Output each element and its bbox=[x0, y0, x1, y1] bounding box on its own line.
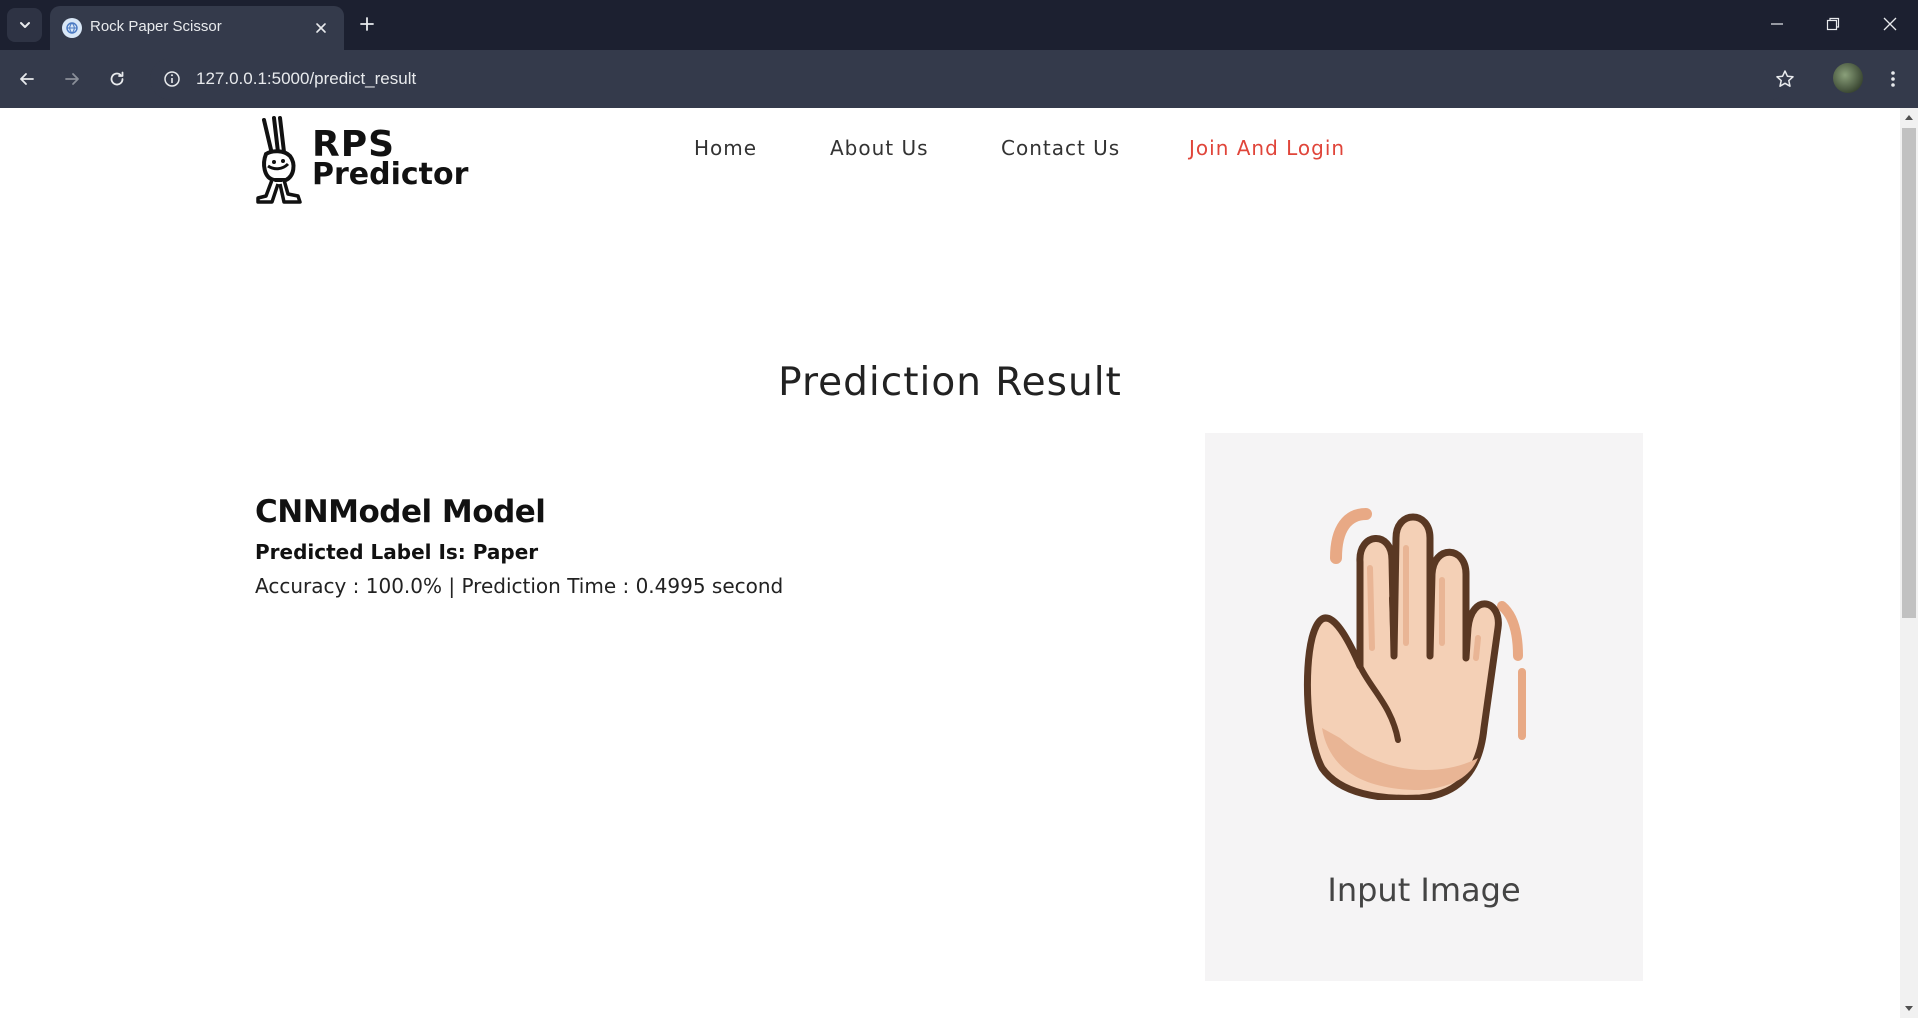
page-scrollbar[interactable] bbox=[1900, 108, 1918, 1018]
nav-about-us[interactable]: About Us bbox=[830, 136, 929, 160]
scroll-down-arrow-icon[interactable] bbox=[1900, 1000, 1918, 1018]
predicted-label: Predicted Label Is: Paper bbox=[255, 540, 539, 564]
logo-wordmark: RPS Predictor bbox=[312, 124, 469, 192]
reload-icon bbox=[110, 71, 124, 86]
prediction-stats: Accuracy : 100.0% | Prediction Time : 0.… bbox=[255, 574, 784, 598]
forward-button[interactable] bbox=[55, 62, 89, 96]
globe-icon bbox=[62, 18, 82, 38]
reload-button[interactable] bbox=[100, 62, 134, 96]
active-tab[interactable]: Rock Paper Scissor bbox=[50, 6, 344, 50]
back-arrow-icon bbox=[20, 73, 34, 85]
tab-search-button[interactable] bbox=[7, 8, 42, 42]
scrollbar-thumb[interactable] bbox=[1902, 128, 1916, 618]
site-logo[interactable]: RPS Predictor bbox=[254, 114, 468, 206]
restore-icon bbox=[1826, 17, 1840, 31]
logo-line1: RPS bbox=[312, 124, 396, 165]
page-viewport: RPS Predictor Home About Us Contact Us J… bbox=[0, 108, 1900, 1018]
minimize-icon bbox=[1771, 23, 1783, 25]
profile-avatar[interactable] bbox=[1833, 63, 1863, 93]
page-title: Prediction Result bbox=[778, 360, 1122, 405]
close-window-icon bbox=[1883, 17, 1897, 31]
nav-home[interactable]: Home bbox=[694, 136, 757, 160]
model-title: CNNModel Model bbox=[255, 494, 546, 530]
scroll-up-arrow-icon[interactable] bbox=[1900, 108, 1918, 126]
close-window-button[interactable] bbox=[1870, 8, 1910, 40]
nav-join-and-login[interactable]: Join And Login bbox=[1189, 136, 1345, 160]
chevron-down-icon bbox=[19, 22, 30, 28]
restore-button[interactable] bbox=[1813, 8, 1853, 40]
new-tab-button[interactable] bbox=[352, 9, 382, 39]
minimize-button[interactable] bbox=[1757, 8, 1797, 40]
nav-contact-us[interactable]: Contact Us bbox=[1001, 136, 1120, 160]
image-caption: Input Image bbox=[1327, 871, 1521, 909]
peace-hand-logo-icon bbox=[256, 116, 302, 204]
input-image-card: Input Image bbox=[1205, 433, 1643, 981]
forward-arrow-icon bbox=[65, 73, 79, 85]
raised-hand-icon bbox=[1303, 508, 1526, 800]
url-text[interactable]: 127.0.0.1:5000/predict_result bbox=[196, 69, 416, 89]
info-icon[interactable] bbox=[160, 67, 184, 91]
more-vert-icon bbox=[1891, 71, 1895, 87]
logo-line2: Predictor bbox=[312, 157, 469, 192]
browser-menu-button[interactable] bbox=[1876, 62, 1910, 96]
close-icon bbox=[316, 23, 326, 33]
bookmark-button[interactable] bbox=[1768, 62, 1802, 96]
address-bar[interactable]: 127.0.0.1:5000/predict_result bbox=[150, 58, 1790, 100]
plus-icon bbox=[360, 17, 374, 31]
star-icon bbox=[1776, 70, 1794, 87]
back-button[interactable] bbox=[10, 62, 44, 96]
browser-tab-bar: Rock Paper Scissor bbox=[0, 0, 1918, 50]
tab-close-button[interactable] bbox=[310, 17, 332, 39]
tab-title: Rock Paper Scissor bbox=[90, 18, 222, 35]
browser-toolbar: 127.0.0.1:5000/predict_result bbox=[0, 50, 1918, 108]
